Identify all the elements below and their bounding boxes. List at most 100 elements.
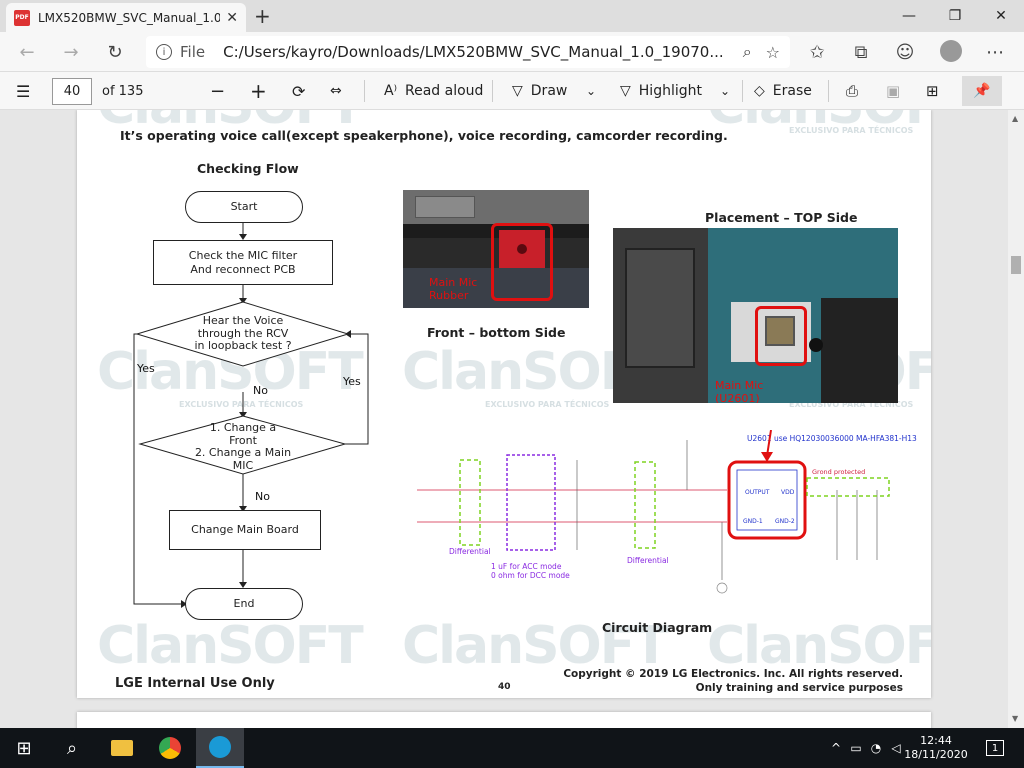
- draw-button[interactable]: ▽ Draw: [512, 72, 567, 110]
- scrollbar-thumb[interactable]: [1011, 256, 1021, 274]
- highlight-icon: ▽: [620, 83, 631, 99]
- forward-button[interactable]: →: [58, 40, 84, 64]
- page-number: 40: [498, 682, 511, 692]
- pin-toolbar-icon[interactable]: 📌: [962, 76, 1002, 106]
- pdf-file-icon: PDF: [14, 9, 30, 26]
- new-tab-button[interactable]: +: [254, 4, 271, 28]
- zoom-in-icon[interactable]: +: [250, 72, 267, 110]
- erase-button[interactable]: ◇ Erase: [754, 72, 812, 110]
- edge-beta-icon[interactable]: [196, 728, 244, 768]
- info-icon[interactable]: i: [156, 44, 172, 60]
- save-as-icon[interactable]: ⊞: [926, 72, 939, 110]
- taskbar: ⊞ ⌕ ^ ▭ ◔ ◁ 12:44 18/11/2020 1: [0, 728, 1024, 768]
- zoom-out-icon[interactable]: −: [210, 72, 225, 110]
- flowchart-connectors: [133, 223, 369, 608]
- clock-date: 18/11/2020: [904, 748, 968, 761]
- flow-decision-hear-voice: Hear the Voice through the RCV in loopba…: [173, 314, 313, 353]
- minimize-button[interactable]: —: [886, 0, 932, 32]
- top-mic-label: Main Mic (U2601): [715, 379, 763, 403]
- favorite-star-icon[interactable]: ☆: [766, 43, 780, 62]
- circuit-gnd1-label: GND-1: [743, 518, 763, 525]
- save-icon[interactable]: ▣: [886, 72, 900, 110]
- circuit-cap-note: 1 uF for ACC mode 0 ohm for DCC mode: [491, 562, 570, 580]
- clock[interactable]: 12:44 18/11/2020: [904, 728, 968, 768]
- circuit-output-label: OUTPUT: [745, 489, 770, 496]
- network-icon[interactable]: ▭: [846, 728, 866, 768]
- watermark-sub: EXCLUSIVO PARA TÉCNICOS: [789, 126, 914, 135]
- favorites-icon[interactable]: ✩: [804, 40, 830, 64]
- wifi-icon[interactable]: ◔: [866, 728, 886, 768]
- watermark: ClanSOFT: [707, 616, 931, 676]
- scroll-down-icon[interactable]: ▼: [1012, 714, 1018, 723]
- flow-step-line: And reconnect PCB: [190, 262, 296, 276]
- contents-icon[interactable]: ☰: [16, 72, 30, 110]
- page-number-input[interactable]: 40: [52, 78, 92, 105]
- rotate-icon[interactable]: ⟳: [292, 72, 305, 110]
- circuit-cap-note-line: 0 ohm for DCC mode: [491, 571, 570, 580]
- document-viewport[interactable]: ClanSOFT ClanSOFT EXCLUSIVO PARA TÉCNICO…: [0, 110, 1008, 728]
- toolbar-divider: [492, 80, 493, 102]
- circuit-diff-label: Differential: [449, 547, 491, 556]
- profile-avatar[interactable]: [940, 40, 962, 62]
- draw-dropdown-icon[interactable]: ⌄: [586, 72, 596, 110]
- toolbar-divider: [828, 80, 829, 102]
- copyright-text: Copyright © 2019 LG Electronics. Inc. Al…: [563, 668, 903, 680]
- circuit-cap-note-line: 1 uF for ACC mode: [491, 562, 562, 571]
- back-button[interactable]: ←: [14, 40, 40, 64]
- circuit-diagram: [417, 430, 890, 594]
- file-label: File: [180, 43, 206, 61]
- zoom-icon[interactable]: ⌕: [743, 42, 752, 62]
- search-icon[interactable]: ⌕: [48, 728, 96, 768]
- circuit-gnd2-label: GND-2: [775, 518, 795, 525]
- circuit-diagram-label: Circuit Diagram: [602, 620, 713, 635]
- refresh-button[interactable]: ↻: [102, 40, 128, 64]
- tab-title: LMX520BMW_SVC_Manual_1.0_1: [38, 10, 221, 25]
- close-tab-icon[interactable]: ✕: [226, 10, 238, 26]
- browser-tab[interactable]: PDF LMX520BMW_SVC_Manual_1.0_1 ✕: [6, 3, 246, 32]
- toolbar-divider: [364, 80, 365, 102]
- pdf-toolbar: ☰ 40 of 135 − + ⟳ ⇔ A⁾ Read aloud ▽ Draw ⌄…: [0, 72, 1024, 110]
- highlight-dropdown-icon[interactable]: ⌄: [720, 72, 730, 110]
- print-icon[interactable]: ⎙: [846, 72, 858, 110]
- front-bottom-photo: Main Mic Rubber: [403, 190, 589, 308]
- photo-frame: [809, 338, 823, 352]
- notification-count: 1: [986, 740, 1004, 756]
- flow-yes-label: Yes: [137, 362, 155, 375]
- collections-icon[interactable]: ⧉: [848, 40, 874, 64]
- flow-decision-change: 1. Change a Front 2. Change a Main MIC: [183, 421, 303, 473]
- front-mic-label: Main Mic Rubber: [429, 276, 477, 302]
- address-bar: ← → ↻ i File C:/Users/kayro/Downloads/LM…: [0, 32, 1024, 72]
- clock-time: 12:44: [920, 733, 952, 747]
- flow-step-check-mic: Check the MIC filter And reconnect PCB: [153, 240, 333, 285]
- maximize-button[interactable]: ❐: [932, 0, 978, 32]
- read-aloud-button[interactable]: A⁾ Read aloud: [384, 72, 483, 110]
- vertical-scrollbar[interactable]: ▲ ▼: [1008, 110, 1024, 728]
- highlight-button[interactable]: ▽ Highlight: [620, 72, 702, 110]
- chrome-icon[interactable]: [148, 728, 192, 768]
- top-mic-label-line: (U2601): [715, 392, 760, 403]
- more-menu-icon[interactable]: ⋯: [982, 40, 1008, 64]
- highlight-label: Highlight: [638, 83, 702, 99]
- draw-label: Draw: [530, 83, 568, 99]
- photo-frame: [821, 298, 898, 403]
- close-window-button[interactable]: ✕: [978, 0, 1024, 32]
- notification-center-icon[interactable]: 1: [980, 728, 1010, 768]
- windows-start-icon[interactable]: ⊞: [0, 728, 48, 768]
- page-total: of 135: [102, 83, 144, 99]
- url-field[interactable]: i File C:/Users/kayro/Downloads/LMX520BM…: [146, 36, 790, 68]
- photo-frame: [415, 196, 475, 218]
- feedback-icon[interactable]: ☺: [892, 40, 918, 64]
- erase-label: Erase: [772, 83, 812, 99]
- file-explorer-icon[interactable]: [100, 728, 144, 768]
- top-mic-label-line: Main Mic: [715, 379, 764, 392]
- flow-decision-line: in loopback test ?: [194, 339, 292, 353]
- volume-icon[interactable]: ◁: [886, 728, 906, 768]
- fit-page-icon[interactable]: ⇔: [330, 72, 342, 110]
- title-bar: PDF LMX520BMW_SVC_Manual_1.0_1 ✕ + — ❐ ✕: [0, 0, 1024, 32]
- scroll-up-icon[interactable]: ▲: [1012, 114, 1018, 123]
- pdf-page: ClanSOFT ClanSOFT EXCLUSIVO PARA TÉCNICO…: [77, 110, 931, 698]
- front-photo-label: Front – bottom Side: [427, 325, 566, 340]
- circuit-vdd-label: VDD: [781, 489, 795, 496]
- show-hidden-icons[interactable]: ^: [826, 728, 846, 768]
- read-aloud-icon: A⁾: [384, 83, 398, 99]
